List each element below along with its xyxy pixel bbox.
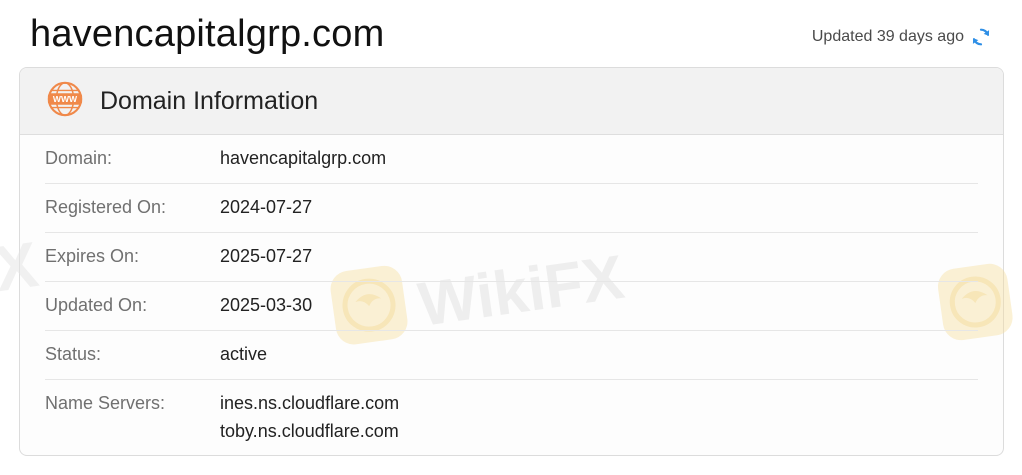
refresh-icon[interactable]	[970, 26, 992, 48]
www-icon: WWW	[20, 80, 84, 123]
registered-on-label: Registered On:	[45, 197, 167, 217]
domain-value: havencapitalgrp.com	[220, 148, 387, 168]
domain-info-card: WWW Domain Information Domain: havencapi…	[19, 67, 1004, 456]
updated-on-label: Updated On:	[45, 295, 148, 315]
status-value: active	[220, 344, 268, 364]
domain-label: Domain:	[45, 148, 113, 168]
expires-on-label: Expires On:	[45, 246, 140, 266]
updated-status: Updated 39 days ago	[812, 26, 992, 48]
row-domain: Domain: havencapitalgrp.com	[45, 135, 978, 184]
row-status: Status: active	[45, 331, 978, 380]
expires-on-value: 2025-07-27	[220, 246, 313, 266]
updated-text: Updated 39 days ago	[811, 28, 964, 45]
page-title: havencapitalgrp.com	[30, 13, 385, 55]
domain-info-list: Domain: havencapitalgrp.com Registered O…	[20, 135, 1003, 442]
name-server-item: ines.ns.cloudflare.com	[220, 393, 400, 413]
updated-on-value: 2025-03-30	[220, 295, 313, 315]
row-name-servers: Name Servers: ines.ns.cloudflare.com tob…	[45, 380, 978, 442]
row-expires-on: Expires On: 2025-07-27	[45, 233, 978, 282]
name-servers-label: Name Servers:	[45, 393, 166, 413]
name-server-item: toby.ns.cloudflare.com	[220, 421, 399, 441]
row-updated-on: Updated On: 2025-03-30	[45, 282, 978, 331]
status-label: Status:	[45, 344, 102, 364]
card-title: Domain Information	[100, 86, 319, 115]
row-registered-on: Registered On: 2024-07-27	[45, 184, 978, 233]
card-header: WWW Domain Information	[20, 68, 1003, 135]
name-servers-value: ines.ns.cloudflare.com toby.ns.cloudflar…	[220, 393, 399, 442]
registered-on-value: 2024-07-27	[220, 197, 313, 217]
svg-text:WWW: WWW	[53, 94, 78, 104]
